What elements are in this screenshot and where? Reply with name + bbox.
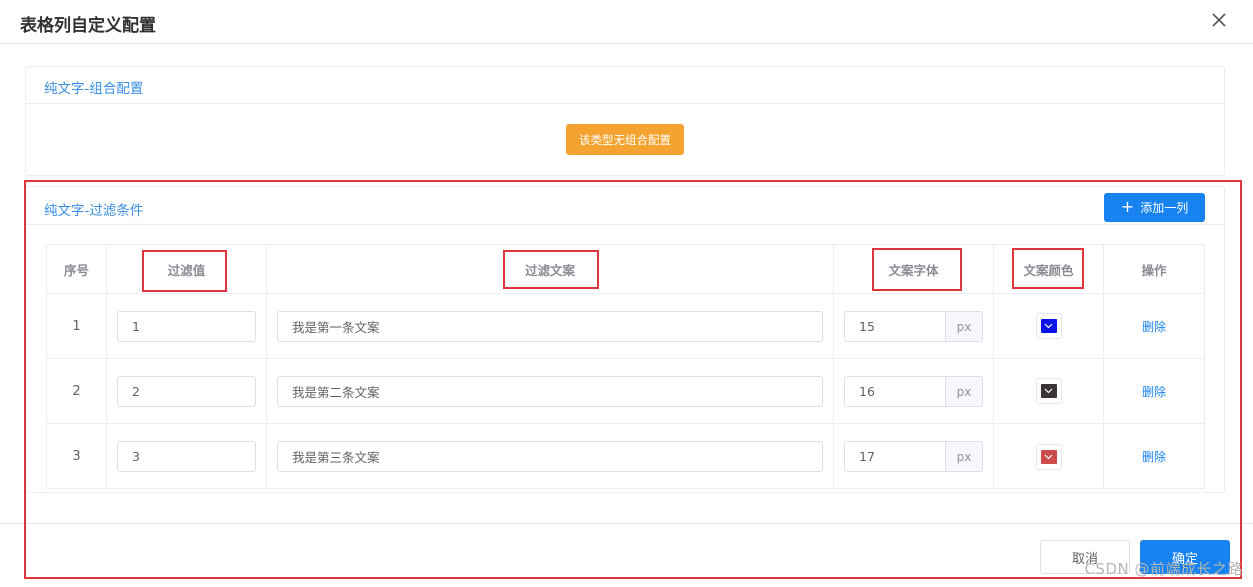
actions-cell: 删除 (1104, 294, 1204, 358)
header-font-color: 文案颜色 (994, 245, 1104, 293)
filter-text-input[interactable]: 我是第一条文案 (277, 311, 823, 342)
font-size-cell: 17 px (834, 424, 994, 489)
delete-link[interactable]: 删除 (1142, 318, 1166, 335)
table-row: 2 2 我是第二条文案 16 px 删除 (47, 359, 1204, 424)
header-index: 序号 (47, 245, 107, 293)
plus-icon: + (1120, 196, 1135, 216)
group-config-card-header: 纯文字-组合配置 (26, 67, 1224, 104)
row-index: 1 (72, 318, 81, 334)
add-column-button[interactable]: + 添加一列 (1104, 193, 1205, 222)
color-swatch (1040, 319, 1057, 333)
chevron-down-icon (1044, 388, 1053, 394)
table-row: 1 1 我是第一条文案 15 px 删除 (47, 294, 1204, 359)
table-header-row: 序号 过滤值 过滤文案 文案字体 文案颜色 操作 (47, 245, 1204, 294)
color-swatch (1040, 449, 1057, 464)
px-suffix: px (945, 312, 982, 341)
color-picker[interactable] (1035, 378, 1062, 404)
filter-value-input[interactable]: 1 (117, 311, 256, 342)
dialog-title: 表格列自定义配置 (20, 16, 156, 36)
header-actions: 操作 (1141, 262, 1167, 278)
chevron-down-icon (1044, 323, 1053, 329)
filter-text-cell: 我是第一条文案 (267, 294, 834, 358)
filter-value-input[interactable]: 3 (117, 441, 256, 472)
header-filter-text: 过滤文案 (267, 245, 834, 293)
font-color-cell (994, 294, 1104, 358)
actions-cell: 删除 (1104, 424, 1204, 489)
group-config-card: 纯文字-组合配置 该类型无组合配置 (25, 66, 1225, 176)
header-font-size: 文案字体 (834, 245, 994, 293)
filter-table: 序号 过滤值 过滤文案 文案字体 文案颜色 操作 1 1 我是第一条文案 15 … (46, 244, 1205, 489)
filter-value-cell: 2 (107, 359, 267, 423)
no-group-config-button[interactable]: 该类型无组合配置 (566, 124, 684, 155)
filter-text-input[interactable]: 我是第三条文案 (277, 441, 823, 472)
font-color-cell (994, 424, 1104, 489)
row-index-cell: 1 (47, 294, 107, 358)
close-icon[interactable] (1207, 8, 1231, 32)
dialog: 表格列自定义配置 纯文字-组合配置 该类型无组合配置 纯文字-过滤条件 + 添加… (0, 0, 1253, 587)
px-suffix: px (945, 377, 982, 406)
color-picker[interactable] (1035, 443, 1062, 470)
row-index-cell: 3 (47, 424, 107, 489)
filter-value-input[interactable]: 2 (117, 376, 256, 407)
row-index: 2 (72, 383, 81, 399)
watermark: CSDN @前端成长之路 (1084, 560, 1243, 578)
px-suffix: px (945, 442, 982, 471)
color-picker[interactable] (1035, 313, 1062, 339)
font-size-cell: 15 px (834, 294, 994, 358)
actions-cell: 删除 (1104, 359, 1204, 423)
delete-link[interactable]: 删除 (1142, 383, 1166, 400)
filter-text-input[interactable]: 我是第二条文案 (277, 376, 823, 407)
row-index-cell: 2 (47, 359, 107, 423)
filter-text-cell: 我是第二条文案 (267, 359, 834, 423)
filter-conditions-card-header: 纯文字-过滤条件 + 添加一列 (26, 187, 1224, 225)
font-color-cell (994, 359, 1104, 423)
filter-conditions-card: 纯文字-过滤条件 + 添加一列 序号 过滤值 过滤文案 文案字体 文案颜色 操作… (25, 186, 1225, 493)
header-filter-value: 过滤值 (107, 245, 267, 293)
font-size-input[interactable]: 17 px (844, 441, 983, 472)
dialog-header: 表格列自定义配置 (0, 0, 1253, 44)
row-index: 3 (72, 449, 81, 464)
filter-value-cell: 3 (107, 424, 267, 489)
filter-conditions-title: 纯文字-过滤条件 (44, 203, 144, 219)
table-row: 3 3 我是第三条文案 17 px 删除 (47, 424, 1204, 489)
filter-text-cell: 我是第三条文案 (267, 424, 834, 489)
font-size-cell: 16 px (834, 359, 994, 423)
group-config-title: 纯文字-组合配置 (44, 81, 144, 97)
add-column-label: 添加一列 (1140, 201, 1189, 215)
dialog-footer: 取消 确定 (0, 523, 1253, 587)
font-size-value: 17 (859, 449, 875, 464)
font-size-input[interactable]: 16 px (844, 376, 983, 407)
font-size-input[interactable]: 15 px (844, 311, 983, 342)
font-size-value: 16 (859, 384, 875, 399)
font-size-value: 15 (859, 319, 875, 334)
filter-value-cell: 1 (107, 294, 267, 358)
color-swatch (1040, 384, 1057, 398)
chevron-down-icon (1044, 454, 1053, 459)
delete-link[interactable]: 删除 (1142, 448, 1166, 465)
